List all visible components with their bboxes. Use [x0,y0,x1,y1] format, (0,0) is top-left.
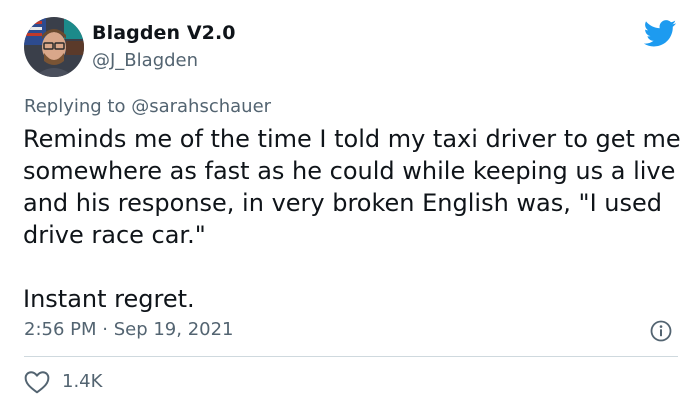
like-count[interactable]: 1.4K [62,370,102,394]
avatar[interactable] [24,17,84,77]
tweet-paragraph: Reminds me of the time I told my taxi dr… [23,125,681,249]
replying-to-prefix: Replying to [24,96,132,117]
tweet-timestamp[interactable]: 2:56 PM · Sep 19, 2021 [24,318,234,342]
tweet-text: Reminds me of the time I told my taxi dr… [23,123,683,315]
info-icon[interactable] [649,319,673,343]
display-name[interactable]: Blagden V2.0 [92,21,236,45]
reply-mention-link[interactable]: @sarahschauer [131,96,271,117]
tweet-card: Blagden V2.0 @J_Blagden Replying to @sar… [0,0,700,410]
divider [24,356,678,357]
user-handle[interactable]: @J_Blagden [92,50,198,72]
avatar-photo [24,17,84,77]
replying-to: Replying to @sarahschauer [24,95,271,119]
tweet-paragraph: Instant regret. [23,285,195,313]
twitter-bird-icon[interactable] [643,20,677,47]
heart-icon[interactable] [24,370,50,394]
